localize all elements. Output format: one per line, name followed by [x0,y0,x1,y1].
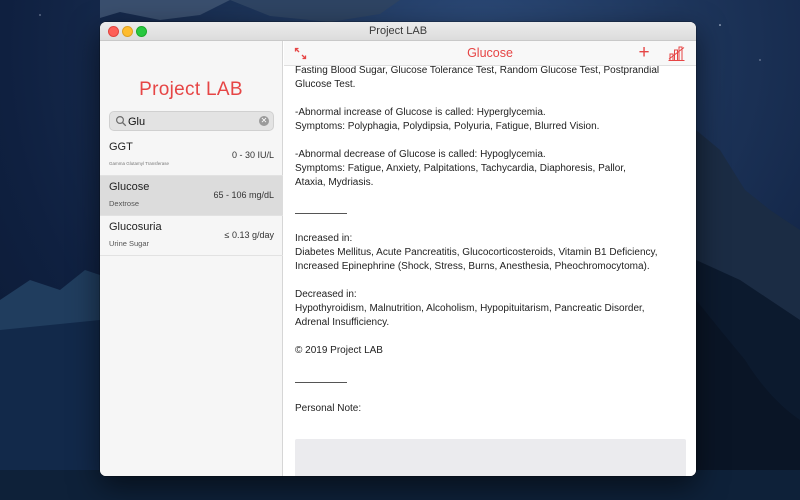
title-bar: Project LAB [100,22,696,41]
text-line: Diabetes Mellitus, Acute Pancreatitis, G… [295,247,658,258]
personal-note-field[interactable] [295,439,686,476]
text-line: Decreased in: [295,289,357,300]
divider [295,382,347,383]
divider [295,213,347,214]
search-icon [115,115,127,127]
list-item[interactable]: GGT Gamma Glutamyl Transferase 0 - 30 IU… [100,136,283,176]
text-line: Ataxia, Mydriasis. [295,177,374,188]
detail-toolbar: Glucose + [284,41,696,66]
text-line: Fasting Blood Sugar, Glucose Tolerance T… [295,66,660,76]
zoom-window-button[interactable] [136,26,147,37]
result-subtitle: Urine Sugar [109,239,150,248]
clear-icon[interactable]: ✕ [259,116,269,126]
result-range: 65 - 106 mg/dL [213,190,274,200]
result-range: ≤ 0.13 g/day [224,230,274,240]
sidebar: Project LAB ✕ GGT Gamma Glutamyl Transfe… [100,41,283,476]
text-line: -Abnormal increase of Glucose is called:… [295,107,546,118]
result-subtitle: Dextrose [109,199,140,208]
text-line: © 2019 Project LAB [295,345,383,356]
detail-pane: Glucose + Fasting Blood Sugar, Glucose T… [284,41,696,476]
chart-icon[interactable] [668,46,685,61]
detail-title: Glucose [467,46,513,60]
search-input[interactable] [128,114,256,129]
paragraph-tests: Fasting Blood Sugar, Glucose Tolerance T… [295,66,687,92]
text-line: Glucose Test. [295,79,356,90]
search-field[interactable]: ✕ [109,111,274,131]
app-window: Project LAB Project LAB ✕ GGT Gamma Glut… [100,22,696,476]
paragraph-increased: Increased in: Diabetes Mellitus, Acute P… [295,232,687,274]
plus-icon[interactable]: + [636,42,652,64]
personal-note-label: Personal Note: [295,403,362,414]
detail-content: Fasting Blood Sugar, Glucose Tolerance T… [295,66,687,476]
text-line: Hypothyroidism, Malnutrition, Alcoholism… [295,303,645,314]
text-line: Increased in: [295,233,353,244]
result-name: GGT [109,141,133,153]
text-line: Symptoms: Polyphagia, Polydipsia, Polyur… [295,121,600,132]
window-title: Project LAB [368,25,428,37]
results-list: GGT Gamma Glutamyl Transferase 0 - 30 IU… [100,136,283,256]
text-line: Symptoms: Fatigue, Anxiety, Palpitations… [295,163,626,174]
list-item[interactable]: Glucose Dextrose 65 - 106 mg/dL [100,176,283,216]
minimize-window-button[interactable] [122,26,133,37]
result-subtitle: Gamma Glutamyl Transferase [109,161,170,166]
text-line: Increased Epinephrine (Shock, Stress, Bu… [295,261,650,272]
result-name: Glucose [109,181,150,193]
close-window-button[interactable] [108,26,119,37]
text-line: Adrenal Insufficiency. [295,317,390,328]
result-range: 0 - 30 IU/L [231,150,274,160]
result-name: Glucosuria [109,221,162,233]
copyright: © 2019 Project LAB [295,344,687,358]
app-logo: Project LAB [139,79,243,100]
paragraph-hypoglycemia: -Abnormal decrease of Glucose is called:… [295,148,687,190]
paragraph-decreased: Decreased in: Hypothyroidism, Malnutriti… [295,288,687,330]
paragraph-hyperglycemia: -Abnormal increase of Glucose is called:… [295,106,687,134]
list-item[interactable]: Glucosuria Urine Sugar ≤ 0.13 g/day [100,216,283,256]
text-line: -Abnormal decrease of Glucose is called:… [295,149,546,160]
